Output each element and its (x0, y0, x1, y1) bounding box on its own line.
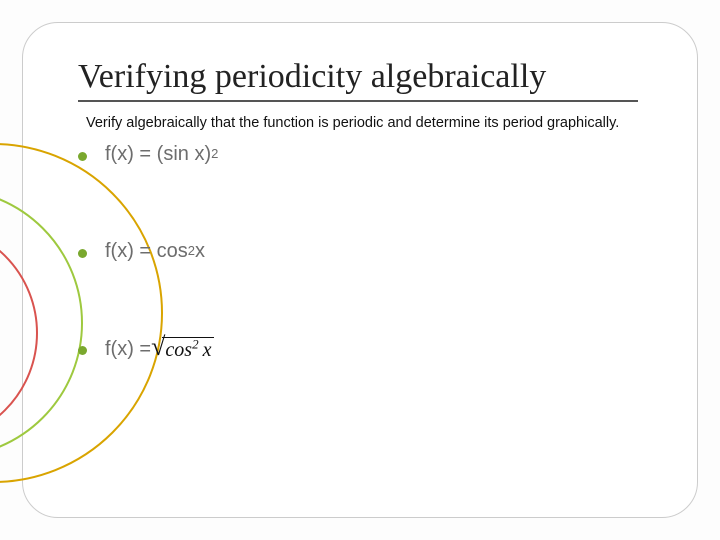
equation-a-text: f(x) = (sin x) (105, 143, 211, 166)
list-item: f(x) = (sin x)2 (78, 143, 670, 166)
sqrt-expression: √ cos2x (151, 337, 214, 362)
list-item: f(x) = √ cos2x (78, 337, 670, 362)
sqrt-body: cos2x (162, 337, 214, 362)
equation-b-suffix: x (195, 240, 205, 263)
title-underline (78, 100, 638, 102)
sqrt-sup: 2 (192, 336, 199, 351)
equation-a: f(x) = (sin x)2 (105, 143, 218, 166)
equation-c-prefix: f(x) = (105, 338, 151, 361)
bullet-icon (78, 346, 87, 355)
sqrt-base: cos (165, 339, 192, 361)
bullet-icon (78, 152, 87, 161)
list-item: f(x) = cos2x (78, 240, 670, 263)
slide-title: Verifying periodicity algebraically (78, 58, 670, 102)
slide-content: Verifying periodicity algebraically Veri… (78, 58, 670, 436)
equation-b-prefix: f(x) = cos (105, 240, 188, 263)
bullet-icon (78, 249, 87, 258)
equation-b: f(x) = cos2x (105, 240, 205, 263)
instruction-text: Verify algebraically that the function i… (86, 114, 640, 133)
sqrt-var: x (203, 339, 212, 361)
equation-c: f(x) = √ cos2x (105, 337, 214, 362)
